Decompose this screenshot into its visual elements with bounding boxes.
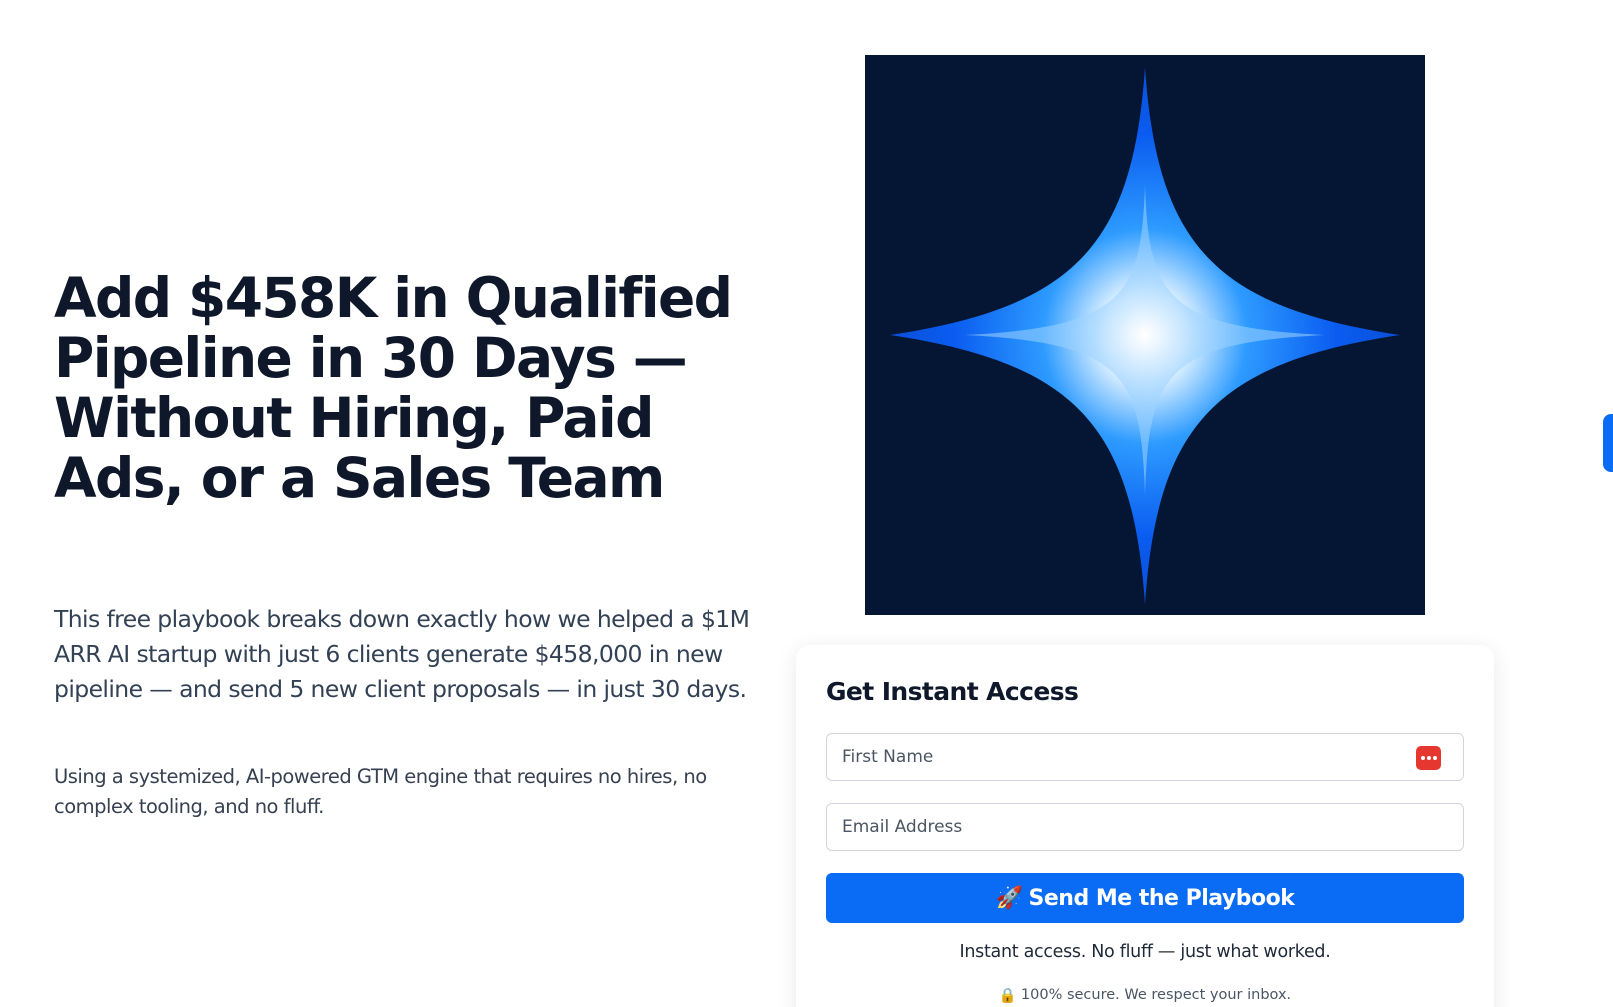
form-title: Get Instant Access <box>826 677 1079 706</box>
side-feedback-tab[interactable] <box>1603 414 1613 472</box>
lock-icon: 🔒 <box>998 988 1017 1004</box>
secure-note: 🔒 100% secure. We respect your inbox. <box>796 987 1494 1004</box>
signup-form-card: Get Instant Access 🚀 Send Me the Playboo… <box>796 645 1494 1007</box>
password-manager-icon[interactable] <box>1416 746 1441 770</box>
instant-access-note: Instant access. No fluff — just what wor… <box>959 942 1331 962</box>
sparkle-star-icon <box>890 67 1400 605</box>
landing-page: Add $458K in Qualified Pipeline in 30 Da… <box>0 0 1613 1007</box>
email-field-wrapper <box>826 803 1464 851</box>
first-name-input[interactable] <box>827 734 1463 780</box>
hero-subtitle: This free playbook breaks down exactly h… <box>54 605 750 703</box>
send-playbook-label: Send Me the Playbook <box>1028 885 1295 911</box>
send-playbook-button[interactable]: 🚀 Send Me the Playbook <box>826 873 1464 923</box>
first-name-field-wrapper <box>826 733 1464 781</box>
email-input[interactable] <box>827 804 1463 850</box>
rocket-icon: 🚀 <box>995 885 1023 911</box>
hero-title: Add $458K in Qualified Pipeline in 30 Da… <box>54 266 733 510</box>
playbook-cover-image <box>865 55 1425 615</box>
hero-note: Using a systemized, AI-powered GTM engin… <box>54 765 707 818</box>
secure-text: 100% secure. We respect your inbox. <box>1020 987 1292 1003</box>
